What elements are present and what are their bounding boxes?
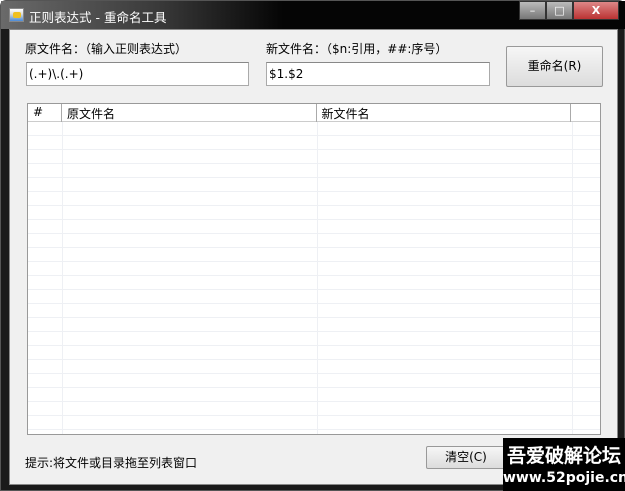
target-label: 新文件名：（$n:引用，##:序号） — [266, 42, 448, 56]
clear-button[interactable]: 清空(C) — [426, 446, 506, 469]
column-header-filler — [571, 104, 600, 122]
hint-text: 提示:将文件或目录拖至列表窗口 — [25, 456, 198, 470]
column-header-original-name[interactable]: 原文件名 — [62, 104, 317, 122]
watermark-url: www.52pojie.cn — [503, 470, 625, 486]
app-icon — [9, 8, 24, 22]
title-bar[interactable]: 正则表达式 - 重命名工具 – □ X — [1, 1, 625, 29]
grid-line — [572, 122, 573, 434]
grid-line — [317, 122, 318, 434]
rename-button[interactable]: 重命名(R) — [506, 46, 603, 87]
source-label: 原文件名：（输入正则表达式） — [25, 42, 188, 56]
column-header-index[interactable]: # — [28, 104, 62, 122]
target-pattern-input[interactable]: $1.$2 — [266, 62, 490, 86]
close-button[interactable]: X — [573, 1, 619, 20]
minimize-button[interactable]: – — [519, 1, 546, 20]
column-header-new-name[interactable]: 新文件名 — [317, 104, 572, 122]
client-area: 原文件名：（输入正则表达式） (.+)\.(.+) 新文件名：（$n:引用，##… — [9, 29, 618, 485]
source-regex-input[interactable]: (.+)\.(.+) — [26, 62, 249, 86]
maximize-button[interactable]: □ — [546, 1, 573, 20]
app-window: 正则表达式 - 重命名工具 – □ X 原文件名：（输入正则表达式） (.+)\… — [0, 0, 625, 491]
watermark-name: 吾爱破解论坛 — [506, 445, 621, 467]
window-title: 正则表达式 - 重命名工具 — [29, 10, 167, 25]
grid-line — [62, 122, 63, 434]
watermark: 吾爱破解论坛 www.52pojie.cn — [503, 438, 625, 491]
file-list[interactable]: # 原文件名 新文件名 — [27, 103, 601, 435]
list-header: # 原文件名 新文件名 — [28, 104, 600, 122]
